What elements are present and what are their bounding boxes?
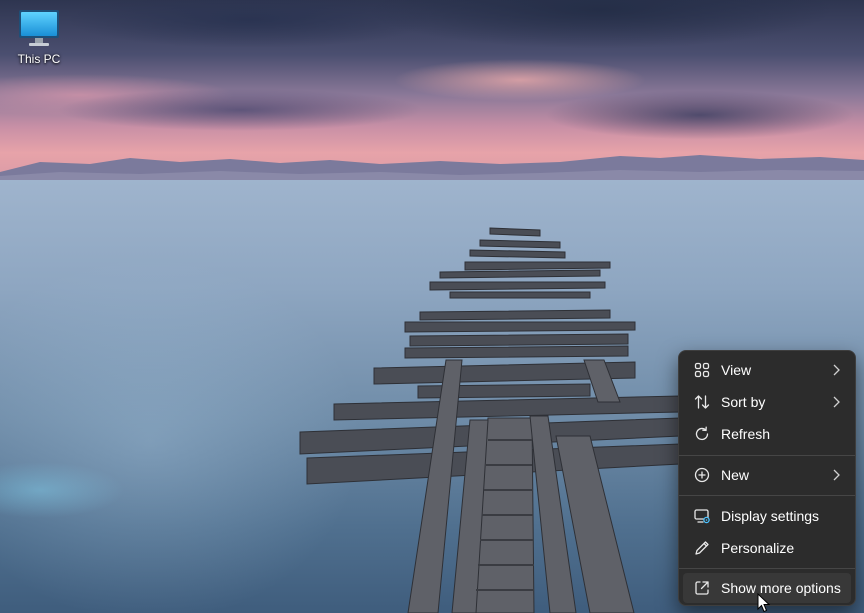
menu-item-sort-by[interactable]: Sort by (683, 387, 851, 417)
chevron-right-icon (833, 396, 840, 408)
menu-item-label: Personalize (721, 540, 795, 556)
menu-item-refresh[interactable]: Refresh (683, 419, 851, 449)
refresh-icon (694, 426, 710, 442)
monitor-icon (19, 10, 59, 46)
menu-item-label: Refresh (721, 426, 771, 442)
desktop-icon-this-pc[interactable]: This PC (10, 8, 68, 76)
menu-separator (679, 568, 855, 569)
mouse-pointer-icon (757, 593, 771, 613)
desktop-context-menu: View Sort by Refresh New Display setting… (678, 350, 856, 606)
menu-item-label: Sort by (721, 394, 766, 410)
menu-item-personalize[interactable]: Personalize (683, 533, 851, 563)
menu-item-label: View (721, 362, 752, 378)
grid-icon (694, 362, 710, 378)
menu-item-view[interactable]: View (683, 355, 851, 385)
plus-circle-icon (694, 467, 710, 483)
menu-separator (679, 495, 855, 496)
menu-item-new[interactable]: New (683, 460, 851, 490)
chevron-right-icon (833, 364, 840, 376)
menu-item-label: Display settings (721, 508, 820, 524)
sort-arrows-icon (694, 394, 710, 410)
pen-icon (694, 540, 710, 556)
desktop-icon-label: This PC (17, 52, 61, 66)
chevron-right-icon (833, 469, 840, 481)
menu-item-label: Show more options (721, 580, 841, 596)
menu-item-label: New (721, 467, 750, 483)
display-settings-icon (694, 508, 710, 524)
menu-separator (679, 455, 855, 456)
open-external-icon (694, 580, 710, 596)
menu-item-display-settings[interactable]: Display settings (683, 501, 851, 531)
